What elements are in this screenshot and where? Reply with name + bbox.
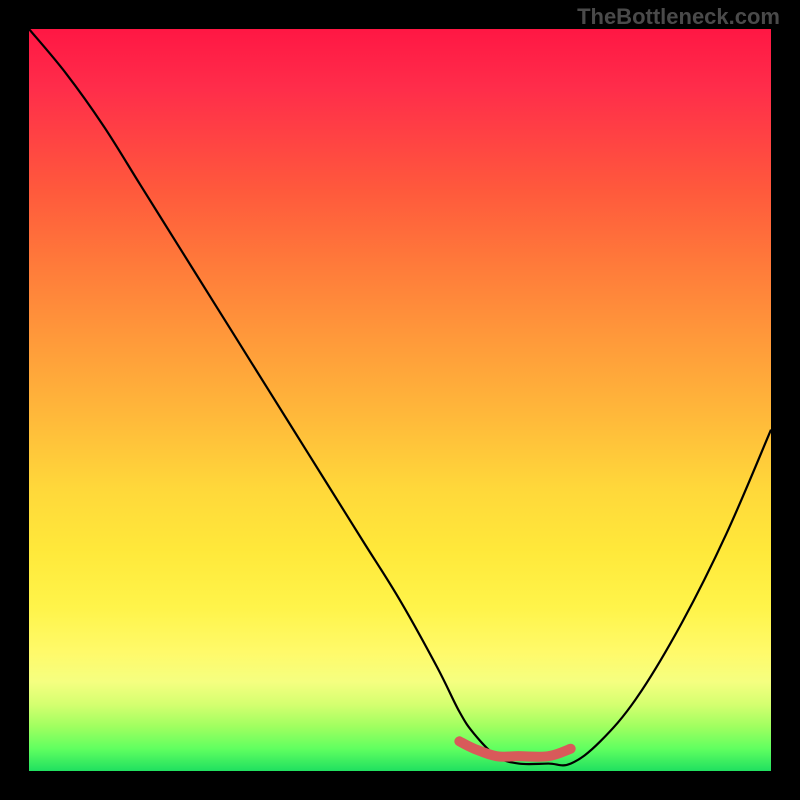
plot-area xyxy=(29,29,771,771)
watermark-text: TheBottleneck.com xyxy=(577,4,780,30)
bottleneck-curve xyxy=(29,29,771,765)
chart-container: TheBottleneck.com xyxy=(0,0,800,800)
highlight-segment xyxy=(459,741,570,756)
curve-svg xyxy=(29,29,771,771)
